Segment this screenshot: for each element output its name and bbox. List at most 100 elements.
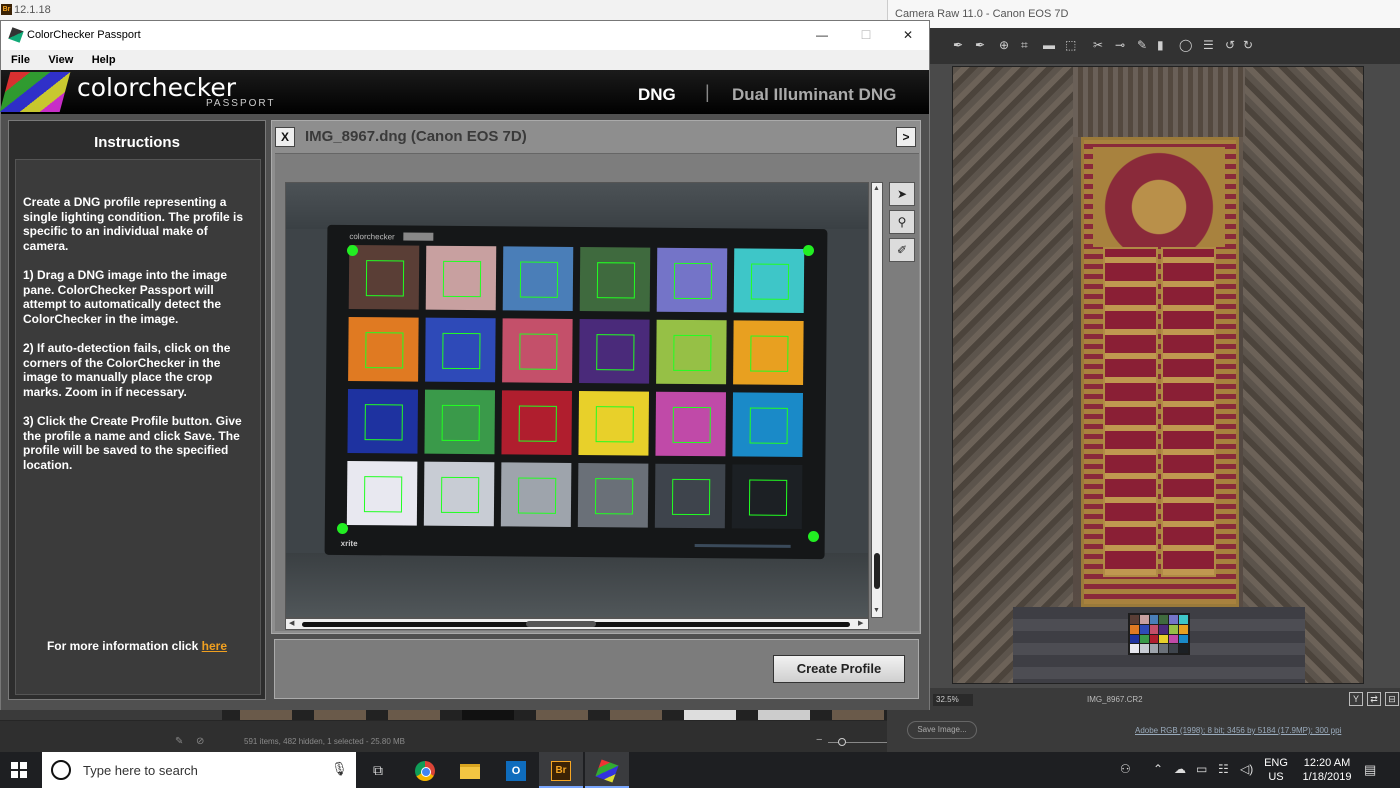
red-eye-icon[interactable]: ⊸ (1115, 38, 1125, 52)
cortana-icon[interactable] (51, 760, 71, 780)
pin-icon[interactable]: ✎ (175, 736, 183, 747)
zoom-level[interactable]: 32.5% (933, 694, 973, 706)
app-banner: colorchecker PASSPORT DNG | Dual Illumin… (0, 70, 929, 114)
filmstrip-thumbnail[interactable] (610, 710, 662, 720)
preferences-icon[interactable]: ☰ (1203, 38, 1214, 52)
straighten-icon[interactable]: ▬ (1043, 38, 1055, 52)
image-viewport[interactable]: colorchecker xrite (285, 182, 869, 618)
color-patch (500, 462, 572, 527)
menu-file[interactable]: File (11, 50, 30, 70)
crop-mark-top-right[interactable] (803, 245, 814, 256)
scroll-up-icon[interactable]: ▲ (873, 185, 880, 192)
crop-mark-bottom-right[interactable] (808, 531, 819, 542)
mini-color-patch (1159, 634, 1169, 644)
clock-time: 12:20 AM (1303, 757, 1351, 769)
copy-settings-icon[interactable]: ⊟ (1385, 692, 1399, 706)
menu-view[interactable]: View (48, 50, 73, 70)
filmstrip[interactable] (222, 710, 890, 720)
taskbar-clock[interactable]: 12:20 AM 1/18/2019 (1292, 756, 1362, 784)
more-info-link[interactable]: here (202, 639, 227, 653)
tray-chevron-icon[interactable]: ⌃ (1153, 762, 1163, 776)
spot-removal-icon[interactable]: ✂ (1093, 38, 1103, 52)
magnifier-icon[interactable]: ⚲ (889, 210, 915, 234)
workflow-options-link[interactable]: Adobe RGB (1998); 8 bit; 3456 by 5184 (1… (1135, 726, 1341, 735)
filmstrip-thumbnail[interactable] (462, 710, 514, 720)
windows-start-icon[interactable] (11, 762, 27, 778)
graduated-filter-icon[interactable]: ▮ (1157, 38, 1164, 52)
create-profile-button[interactable]: Create Profile (773, 655, 905, 683)
camera-raw-toolbar: ✒ ✒ ⊕ ⌗ ▬ ⬚ ✂ ⊸ ✎ ▮ ◯ ☰ ↺ ↻ (887, 28, 1400, 64)
task-view-icon[interactable]: ⧉ (356, 752, 400, 788)
rotate-right-icon[interactable]: ↻ (1243, 38, 1253, 52)
maximize-button[interactable]: ☐ (845, 21, 887, 50)
close-image-button[interactable]: X (275, 127, 295, 147)
radial-filter-icon[interactable]: ◯ (1179, 38, 1192, 52)
network-icon[interactable]: ☷ (1218, 762, 1229, 776)
bridge-taskbar-button[interactable]: Br (539, 752, 583, 788)
chrome-taskbar-button[interactable] (403, 752, 447, 788)
volume-icon[interactable]: ◁) (1240, 762, 1253, 776)
horizontal-scroll-thumb[interactable] (526, 621, 596, 627)
filmstrip-thumbnail[interactable] (314, 710, 366, 720)
save-image-button[interactable]: Save Image... (907, 721, 977, 739)
scroll-down-icon[interactable]: ▼ (873, 607, 880, 614)
tab-separator: | (705, 82, 710, 102)
vertical-scrollbar[interactable]: ▲ ▼ (871, 182, 883, 618)
battery-icon[interactable]: ▭ (1196, 762, 1207, 776)
mini-color-patch (1139, 634, 1149, 644)
tab-dng[interactable]: DNG (638, 85, 676, 105)
microphone-icon[interactable]: 🎙 (331, 761, 348, 777)
eraser-icon[interactable]: ✐ (889, 238, 915, 262)
colorchecker-taskbar-button[interactable] (585, 752, 629, 788)
color-patch (502, 246, 574, 311)
filmstrip-thumbnail[interactable] (832, 710, 884, 720)
filmstrip-thumbnail[interactable] (536, 710, 588, 720)
colorchecker-in-photo (1128, 613, 1190, 655)
adjustment-brush-icon[interactable]: ✎ (1137, 38, 1147, 52)
color-sampler-icon[interactable]: ✒ (975, 38, 985, 52)
camera-raw-window: Camera Raw 11.0 - Canon EOS 7D ✒ ✒ ⊕ ⌗ ▬… (887, 0, 1400, 752)
notification-icon[interactable]: ▤ (1364, 762, 1376, 778)
filmstrip-thumbnail[interactable] (388, 710, 440, 720)
filmstrip-thumbnail[interactable] (758, 710, 810, 720)
menu-help[interactable]: Help (92, 50, 116, 70)
input-language[interactable]: ENG US (1264, 756, 1288, 784)
color-patch (656, 319, 727, 385)
outlook-taskbar-button[interactable]: O (494, 752, 538, 788)
vertical-scroll-thumb[interactable] (874, 553, 880, 589)
image-pane[interactable]: colorchecker xrite ▲ ▼ ◀ ▶ ➤ ⚲ ✐ (275, 153, 919, 631)
people-icon[interactable]: ⚇ (1120, 762, 1131, 776)
target-adjust-icon[interactable]: ⊕ (999, 38, 1009, 52)
color-patch (579, 319, 650, 384)
horizontal-scrollbar[interactable]: ◀ ▶ (285, 618, 869, 630)
colorchecker-app-icon (8, 27, 24, 43)
patch-sample-box (519, 261, 559, 298)
tab-dual-illuminant-dng[interactable]: Dual Illuminant DNG (732, 85, 896, 105)
crop-icon[interactable]: ⌗ (1021, 38, 1028, 53)
file-explorer-taskbar-button[interactable] (448, 752, 492, 788)
onedrive-icon[interactable]: ☁ (1174, 762, 1186, 776)
color-patch (578, 391, 650, 456)
taskbar-search[interactable]: Type here to search 🎙 (42, 752, 356, 788)
before-after-icon[interactable]: Y (1349, 692, 1363, 706)
scroll-right-icon[interactable]: ▶ (858, 619, 863, 627)
crop-mark-bottom-left[interactable] (337, 523, 348, 534)
slider-knob[interactable] (838, 738, 846, 746)
search-placeholder[interactable]: Type here to search (83, 763, 198, 778)
color-patch (348, 245, 420, 310)
zoom-out-icon[interactable]: − (816, 734, 822, 746)
close-button[interactable]: ✕ (887, 21, 929, 50)
scroll-left-icon[interactable]: ◀ (289, 619, 294, 627)
filmstrip-thumbnail[interactable] (240, 710, 292, 720)
transform-icon[interactable]: ⬚ (1065, 38, 1076, 52)
camera-raw-preview[interactable] (952, 66, 1364, 684)
filmstrip-thumbnail[interactable] (684, 710, 736, 720)
crop-mark-tool-icon[interactable]: ➤ (889, 182, 915, 206)
block-icon[interactable]: ⊘ (196, 736, 204, 747)
rotate-left-icon[interactable]: ↺ (1225, 38, 1235, 52)
swap-icon[interactable]: ⇄ (1367, 692, 1381, 706)
minimize-button[interactable]: — (801, 21, 843, 50)
next-image-button[interactable]: > (896, 127, 916, 147)
eyedropper-icon[interactable]: ✒ (953, 38, 963, 52)
crop-mark-top-left[interactable] (347, 245, 358, 256)
